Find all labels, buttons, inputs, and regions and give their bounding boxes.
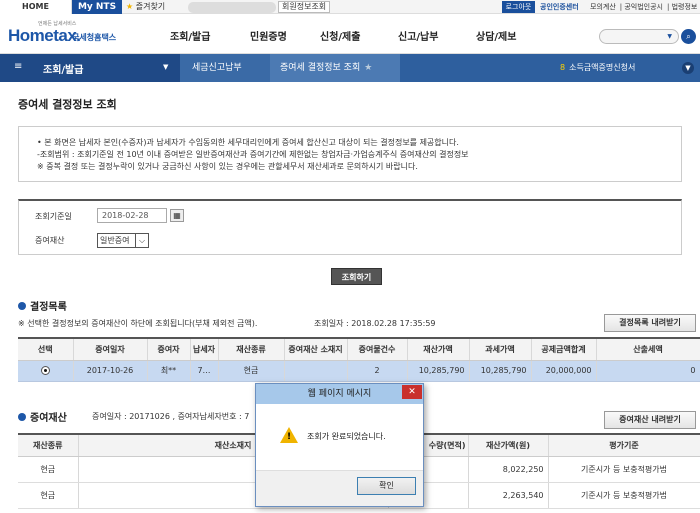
table-cell: 10,285,790 [407,360,470,382]
message-dialog: 웹 페이지 메시지 ✕ ! 조회가 완료되었습니다. 확인 [255,383,424,507]
table-cell: 현금 [18,482,79,509]
dialog-body: ! 조회가 완료되었습니다. [256,404,423,470]
notice-line: • 본 화면은 납세자 본인(수증자)과 납세자가 수임동의한 세무대리인에게 … [37,138,459,147]
table-cell: 2,263,540 [468,482,549,509]
decision-table: 선택 증여일자 증여자 납세자 재산종류 증여재산 소재지 증여물건수 재산가액… [18,337,700,382]
logout-button[interactable]: 로그아웃 [502,1,535,13]
column-header: 재산가액(원) [468,433,549,457]
close-icon[interactable]: ✕ [402,385,422,399]
table-cell: 8,022,250 [468,456,549,483]
table-cell: 현금 [218,360,285,382]
favorites-link[interactable]: ★ 즐겨찾기 [126,0,165,14]
column-header: 증여물건수 [347,337,408,361]
column-header: 납세자 [190,337,219,361]
table-cell: 2017-10-26 [73,360,148,382]
table-cell: 기준시가 등 보충적평가법 [548,456,700,483]
decision-list-title: 결정목록 [18,298,67,313]
search-button[interactable]: 조회하기 [331,268,382,285]
asset-select[interactable]: 일반증여 ⌵ [97,233,149,248]
search-filter: 조회기준일 2018-02-28 ▦ 증여재산 일반증여 ⌵ [18,199,682,255]
column-header: 재산종류 [218,337,285,361]
calendar-icon[interactable]: ▦ [170,209,184,222]
nav-section-inquiry[interactable]: ≡ 조회/발급 ▼ [0,54,180,82]
table-cell: 0 [596,360,700,382]
table-cell: 최** [147,360,191,382]
column-header: 공제금액합계 [531,337,597,361]
utility-link-law[interactable]: 법령정보 [672,3,698,11]
search-input[interactable]: ▼ [599,29,679,44]
menu-icon[interactable]: ≡ [14,61,22,72]
home-link[interactable]: HOME [0,0,72,14]
gnb-item-consult[interactable]: 상담/제보 [476,28,516,43]
table-row[interactable]: 2017-10-26 최** 7… 현금 2 10,285,790 10,285… [18,360,700,382]
warning-icon-mark: ! [287,432,292,442]
download-gift-asset-button[interactable]: 증여재산 내려받기 [604,411,696,429]
bullet-icon [18,413,26,421]
table-cell [284,360,348,382]
ok-button[interactable]: 확인 [357,477,416,495]
column-header: 증여재산 소재지 [284,337,348,361]
table-header-row: 선택 증여일자 증여자 납세자 재산종류 증여재산 소재지 증여물건수 재산가액… [18,337,700,361]
selected-radio[interactable] [40,366,50,375]
nav-section-tax-filing[interactable]: 세금신고납부 [180,54,270,82]
notice-line: ※ 중복 결정 또는 결정누락이 있거나 궁금하신 사항이 있는 경우에는 관할… [37,162,418,171]
column-header: 증여자 [147,337,191,361]
gift-asset-desc: 증여일자 : 20171026 , 증여자납세자번호 : 7 [92,412,250,421]
download-decision-list-button[interactable]: 결정목록 내려받기 [604,314,696,332]
query-time: 조회일자 : 2018.02.28 17:35:59 [314,319,436,328]
dialog-message: 조회가 완료되었습니다. [307,432,386,441]
page-title: 증여세 결정정보 조회 [18,98,117,111]
utility-link-public-corp[interactable]: 공익법인공시 [624,3,663,11]
top-utility-bar: HOME My NTS ★ 즐겨찾기 회원정보조회 로그아웃 공인인증센터 모의… [0,0,700,14]
chevron-down-icon[interactable]: ▼ [163,63,168,71]
utility-link-simulation[interactable]: 모의계산 [590,3,616,11]
column-header: 산출세액 [596,337,700,361]
chevron-down-icon[interactable]: ▼ [667,33,672,40]
utility-links: 모의계산 | 공익법인공시 | 법령정보 [590,3,698,11]
date-input[interactable]: 2018-02-28 [97,208,167,223]
gift-asset-title: 증여재산 [18,409,67,424]
chevron-down-icon[interactable]: ▼ [682,62,694,74]
select-cell[interactable] [18,360,74,382]
gnb-item-inquiry[interactable]: 조회/발급 [170,28,210,43]
member-info-button[interactable]: 회원정보조회 [278,1,331,13]
user-name-masked [188,2,276,13]
table-cell: 7… [190,360,219,382]
mynts-link[interactable]: My NTS [72,0,122,14]
table-cell: 현금 [18,456,79,483]
table-cell: 2 [347,360,408,382]
dialog-title[interactable]: 웹 페이지 메시지 [256,384,423,404]
gnb-item-tax-filing[interactable]: 신고/납부 [398,28,438,43]
column-header: 선택 [18,337,74,361]
hometax-logo[interactable]: 언제든 납세서비스 Hometax. 국세청홈택스 [8,20,116,48]
decision-list-desc: ※ 선택한 결정정보의 증여재산이 하단에 조회됩니다(부채 제외전 금액). [18,319,258,328]
gnb-item-certificate[interactable]: 민원증명 [250,28,287,43]
table-cell: 20,000,000 [531,360,597,382]
nav-section-current[interactable]: 증여세 결정정보 조회 ★ [270,54,400,82]
column-header: 재산종류 [18,433,79,457]
notice-line: -조회범위 : 조회기준일 전 10년 이내 증여받은 일반증여재산과 증여기간… [37,150,469,159]
chevron-down-icon[interactable]: ⌵ [135,234,148,247]
table-cell: 기준시가 등 보충적평가법 [548,482,700,509]
cert-center-link[interactable]: 공인인증센터 [540,0,579,14]
dialog-footer: 확인 [256,470,423,506]
notice-box: • 본 화면은 납세자 본인(수증자)과 납세자가 수임동의한 세무대리인에게 … [18,126,682,182]
nav-recent-menu[interactable]: 8 소득금액증명신청서 [560,54,635,82]
star-icon: ★ [126,2,134,11]
column-header: 평가기준 [548,433,700,457]
column-header: 증여일자 [73,337,148,361]
date-label: 조회기준일 [35,212,72,221]
bullet-icon [18,302,26,310]
table-cell: 10,285,790 [469,360,532,382]
column-header: 과세가액 [469,337,532,361]
star-icon[interactable]: ★ [364,63,372,73]
location-nav: ≡ 조회/발급 ▼ 세금신고납부 증여세 결정정보 조회 ★ 8 소득금액증명신청서… [0,54,700,82]
asset-label: 증여재산 [35,236,65,245]
column-header: 재산가액 [407,337,470,361]
search-icon[interactable]: ⌕ [681,29,696,44]
gnb-item-application[interactable]: 신청/제출 [320,28,360,43]
site-header: 언제든 납세서비스 Hometax. 국세청홈택스 조회/발급 민원증명 신청/… [0,14,700,54]
